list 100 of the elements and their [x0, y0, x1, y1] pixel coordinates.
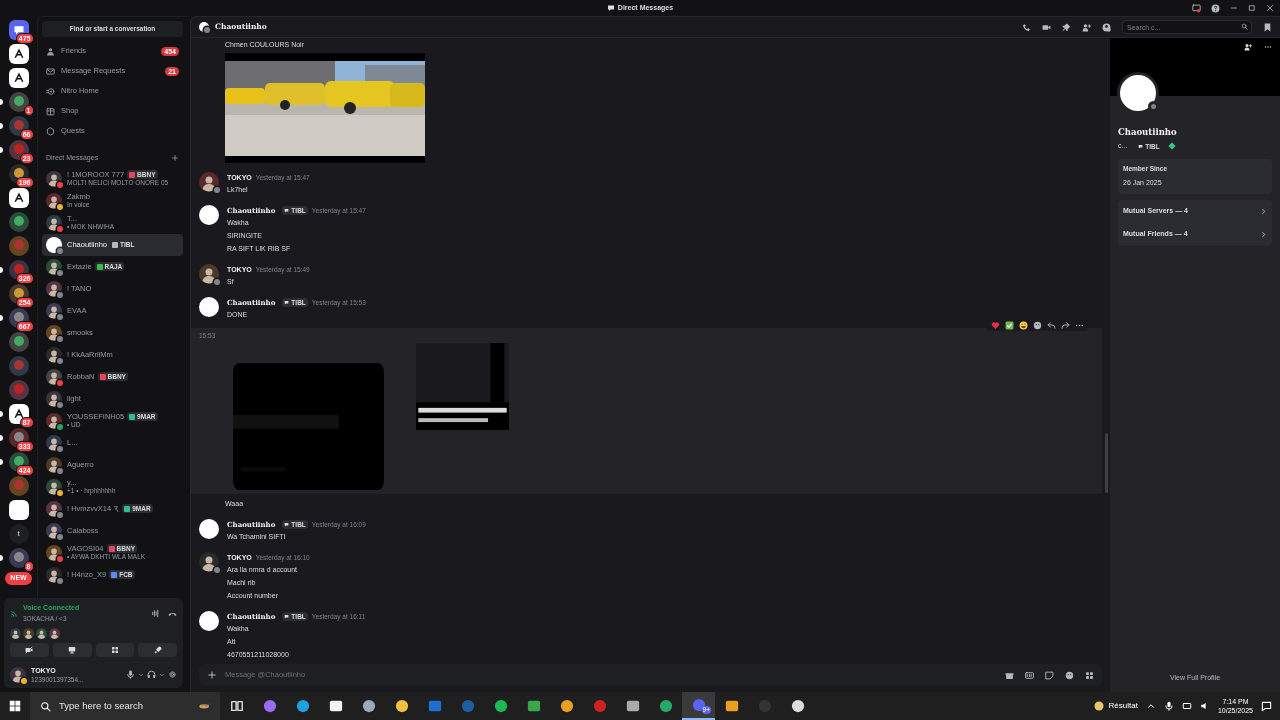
server-icon[interactable]: [8, 116, 29, 136]
avatar: [10, 666, 26, 683]
server-icon[interactable]: [8, 188, 29, 208]
add-friend-icon[interactable]: [1082, 22, 1091, 32]
participant-avatar: [36, 627, 47, 639]
more-icon[interactable]: [1264, 43, 1272, 51]
badge-icon: [1167, 142, 1176, 150]
add-reaction-icon[interactable]: [1033, 321, 1042, 330]
server-icon[interactable]: [8, 332, 29, 352]
voice-button[interactable]: [138, 642, 177, 657]
apps-icon[interactable]: [1085, 670, 1094, 680]
search-field[interactable]: Type here to search: [59, 698, 191, 714]
forward-icon[interactable]: [1061, 321, 1070, 330]
voice-button[interactable]: [10, 642, 49, 657]
search-icon: [1241, 23, 1248, 30]
app-icon: [460, 699, 475, 713]
soundboard-icon: [153, 645, 162, 654]
notifications-icon[interactable]: [1261, 700, 1272, 712]
app-icon: [625, 699, 640, 713]
monitor-icon[interactable]: [1192, 3, 1201, 13]
status-dot: [204, 27, 210, 33]
app-icon: [559, 699, 574, 713]
tag-icon: [284, 300, 290, 305]
hexagon-icon: [46, 126, 55, 136]
status-dot: [21, 677, 27, 684]
app-icon: [262, 699, 277, 713]
person-icon: [46, 46, 55, 56]
taskbar-search-bar[interactable]: Type here to search: [30, 692, 220, 720]
app-icon: [328, 699, 343, 713]
close-icon[interactable]: [1266, 4, 1274, 12]
app-icon: [592, 699, 607, 713]
voice-button[interactable]: [95, 642, 135, 657]
app-icon: [427, 699, 442, 713]
plus-icon[interactable]: [207, 670, 217, 680]
inbox-icon[interactable]: [1263, 22, 1272, 32]
maximize-icon[interactable]: [1248, 4, 1256, 12]
laughing-face-icon[interactable]: [1019, 321, 1028, 330]
weather-icon[interactable]: [1092, 700, 1105, 712]
activities-icon: [110, 645, 119, 654]
scrollbar-thumb[interactable]: [1105, 433, 1108, 493]
app-icon: [724, 699, 739, 713]
server-icon[interactable]: [8, 68, 29, 88]
app-icon: [790, 699, 805, 713]
status-dot: [214, 279, 220, 285]
app-icon: [526, 699, 541, 713]
tag-icon: [284, 614, 290, 619]
profile-icon[interactable]: [1102, 22, 1111, 32]
server-icon[interactable]: [8, 92, 29, 112]
weather-text[interactable]: Résultat: [1108, 700, 1138, 712]
settings-icon[interactable]: [168, 670, 177, 680]
sticker-icon[interactable]: [1045, 670, 1054, 680]
app-icon: [361, 699, 376, 713]
participant-avatar: [10, 627, 21, 639]
search-icon: [40, 700, 51, 712]
phone-icon[interactable]: [1022, 22, 1031, 32]
participant-avatar: [23, 627, 34, 639]
gif-icon[interactable]: [1025, 670, 1034, 680]
server-icon[interactable]: t: [8, 524, 29, 544]
home-button[interactable]: [8, 20, 29, 40]
windows-logo-icon: [9, 700, 21, 712]
app-icon: [295, 699, 310, 713]
signal-icon: [10, 608, 19, 618]
gift-icon[interactable]: [1005, 670, 1014, 680]
pin-icon[interactable]: [1062, 22, 1071, 32]
participant-avatar: [49, 627, 60, 639]
app-icon: [394, 699, 409, 713]
noise-icon[interactable]: [151, 608, 160, 618]
headphones-icon[interactable]: [147, 670, 156, 680]
voice-button[interactable]: [52, 642, 92, 657]
app-icon: [658, 699, 673, 713]
microphone-icon[interactable]: [126, 670, 135, 680]
add-friend-icon[interactable]: [1244, 43, 1252, 51]
microphone-icon[interactable]: [1163, 701, 1174, 711]
minimize-icon[interactable]: [1230, 4, 1238, 12]
caret-icon[interactable]: [159, 671, 165, 678]
caret-icon[interactable]: [138, 671, 144, 678]
server-icon[interactable]: [8, 500, 29, 520]
help-icon[interactable]: [1211, 3, 1220, 13]
tag-icon: [284, 522, 290, 527]
camera-off-icon: [25, 645, 34, 654]
chevron-icon[interactable]: [1145, 701, 1156, 711]
server-icon[interactable]: [8, 44, 29, 64]
plus-icon[interactable]: [171, 154, 179, 163]
shop-icon: [46, 106, 55, 116]
video-icon[interactable]: [1042, 22, 1051, 32]
server-icon[interactable]: [8, 140, 29, 160]
display-icon[interactable]: [1181, 701, 1192, 711]
symbol-icon: [113, 504, 120, 513]
reply-icon[interactable]: [1047, 321, 1056, 330]
profile-name: Chaoutiinho: [1118, 126, 1178, 139]
heart-icon[interactable]: [991, 321, 1000, 330]
emoji-icon[interactable]: [1065, 670, 1074, 680]
server-icon[interactable]: [8, 404, 29, 424]
app-icon: [493, 699, 508, 713]
status-dot: [214, 187, 220, 193]
check-icon[interactable]: [1005, 321, 1014, 330]
server-icon[interactable]: [8, 212, 29, 232]
tag-icon: [284, 208, 290, 213]
chevron-icon: [1260, 207, 1267, 215]
tag-icon: [1138, 143, 1144, 149]
